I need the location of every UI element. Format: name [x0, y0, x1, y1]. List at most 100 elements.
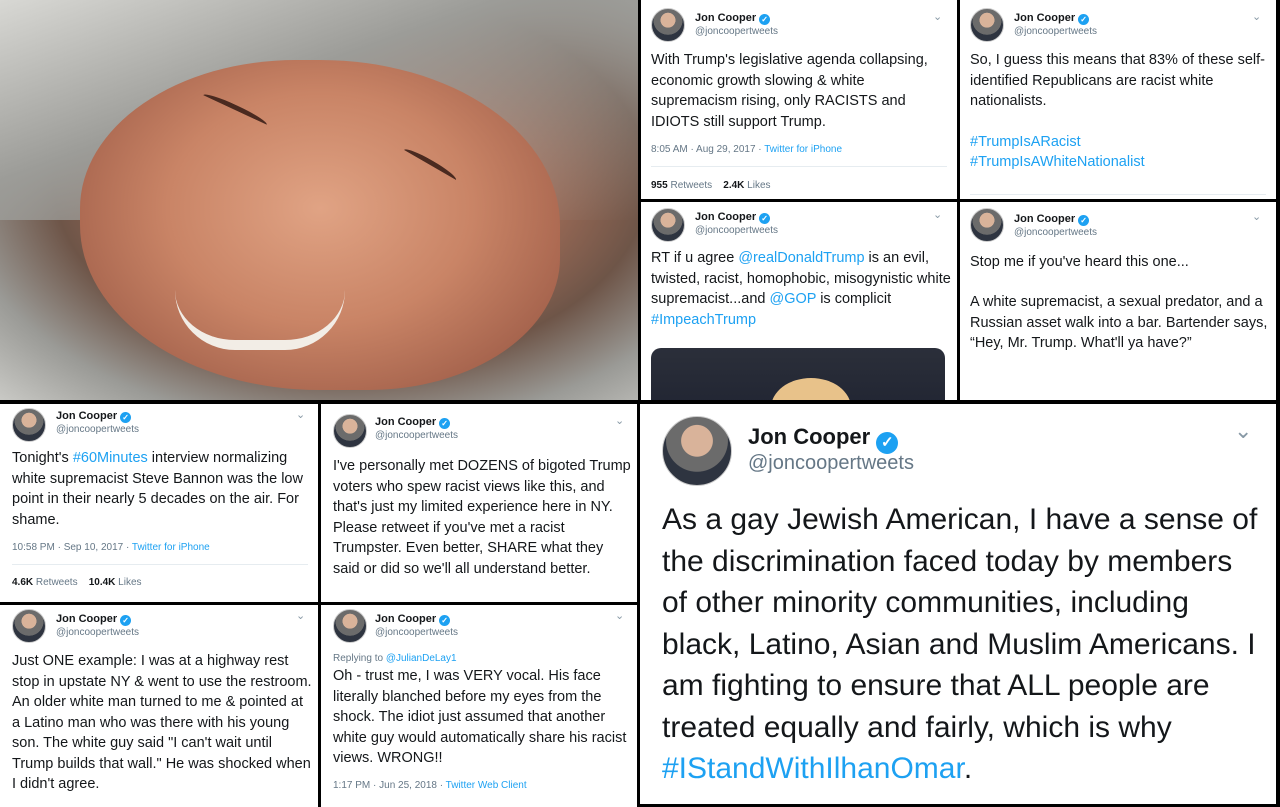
author-handle[interactable]: @joncoopertweets: [56, 627, 139, 638]
tweet-text: So, I guess this means that 83% of these…: [970, 52, 1265, 109]
tweet-client-link[interactable]: Twitter for iPhone: [132, 542, 210, 553]
author-handle[interactable]: @joncoopertweets: [375, 430, 458, 441]
verified-badge-icon: ✓: [439, 418, 451, 429]
tweet-text-part: RT if u agree: [651, 250, 739, 266]
tweet-text: Tonight's #60Minutes interview normalizi…: [12, 448, 312, 530]
replying-to: Replying to @JulianDeLay1: [333, 653, 457, 664]
retweet-count[interactable]: 4.6K: [12, 577, 33, 588]
like-count[interactable]: 2.4K: [723, 180, 744, 191]
chevron-down-icon[interactable]: ⌄: [615, 609, 624, 622]
like-count[interactable]: 10.4K: [89, 577, 116, 588]
retweet-label: Retweets: [667, 180, 713, 191]
verified-badge-icon: ✓: [759, 14, 771, 25]
tweet-card[interactable]: Jon Cooper ✓ @joncoopertweets ⌄ Just ONE …: [0, 605, 318, 807]
tweet-card[interactable]: Jon Cooper ✓ @joncoopertweets ⌄ So, I gue…: [960, 0, 1276, 199]
chevron-down-icon[interactable]: ⌄: [933, 208, 942, 221]
author-name-text: Jon Cooper: [1014, 12, 1076, 24]
like-label: Likes: [115, 577, 142, 588]
tweet-text-part: Tonight's: [12, 450, 73, 466]
author-name-text: Jon Cooper: [748, 424, 871, 449]
author-handle[interactable]: @joncoopertweets: [695, 26, 778, 37]
divider: [970, 194, 1266, 195]
author-name[interactable]: Jon Cooper ✓: [748, 424, 899, 454]
like-label: Likes: [744, 180, 771, 191]
chevron-down-icon[interactable]: ⌄: [615, 414, 624, 427]
media-figure: [771, 378, 851, 400]
hashtag-link[interactable]: #IStandWithIlhanOmar: [662, 752, 964, 785]
tweet-text: With Trump's legislative agenda collapsi…: [651, 52, 932, 130]
author-handle[interactable]: @joncoopertweets: [375, 627, 458, 638]
author-name-text: Jon Cooper: [375, 613, 437, 625]
avatar[interactable]: [12, 408, 46, 442]
author-name[interactable]: Jon Cooper ✓: [695, 211, 771, 224]
author-handle[interactable]: @joncoopertweets: [1014, 26, 1097, 37]
tweet-text: I've personally met DOZENS of bigoted Tr…: [333, 458, 635, 577]
avatar[interactable]: [12, 609, 46, 643]
divider: [651, 166, 947, 167]
tweet-client-link[interactable]: Twitter for iPhone: [764, 144, 842, 155]
author-name[interactable]: Jon Cooper ✓: [375, 613, 451, 626]
hashtag-link[interactable]: #TrumpIsARacist: [970, 132, 1081, 153]
tweet-text-part: .: [963, 752, 973, 785]
tweet-card[interactable]: Jon Cooper ✓ @joncoopertweets ⌄ Tonight's…: [0, 404, 318, 602]
avatar[interactable]: [662, 416, 732, 486]
tweet-card[interactable]: Jon Cooper ✓ @joncoopertweets ⌄ Replying …: [321, 605, 637, 807]
author-name[interactable]: Jon Cooper ✓: [695, 12, 771, 25]
tweet-text-part: As a gay Jewish American, I have a sense…: [662, 503, 1258, 744]
reply-mention-link[interactable]: @JulianDeLay1: [386, 653, 457, 664]
chevron-down-icon[interactable]: ⌄: [296, 408, 305, 421]
verified-badge-icon: ✓: [1078, 215, 1090, 226]
mention-link[interactable]: @GOP: [769, 291, 816, 307]
tweet-time: 10:58 PM · Sep 10, 2017 ·: [12, 542, 132, 553]
replying-label: Replying to: [333, 653, 386, 664]
author-name-text: Jon Cooper: [1014, 213, 1076, 225]
avatar[interactable]: [333, 414, 367, 448]
avatar[interactable]: [651, 8, 685, 42]
tweet-timestamp: 1:17 PM · Jun 25, 2018 · Twitter Web Cli…: [333, 780, 527, 791]
chevron-down-icon[interactable]: ⌄: [1252, 210, 1261, 223]
verified-badge-icon: ✓: [1078, 14, 1090, 25]
tweet-media-image[interactable]: [651, 348, 945, 400]
author-handle[interactable]: @joncoopertweets: [56, 424, 139, 435]
verified-badge-icon: ✓: [439, 615, 451, 626]
hashtag-link[interactable]: #TrumpIsAWhiteNationalist: [970, 152, 1145, 173]
tweet-card[interactable]: Jon Cooper ✓ @joncoopertweets ⌄ Stop me i…: [960, 202, 1276, 400]
tweet-card[interactable]: Jon Cooper ✓ @joncoopertweets ⌄ With Trum…: [641, 0, 957, 199]
avatar[interactable]: [333, 609, 367, 643]
author-name[interactable]: Jon Cooper ✓: [1014, 12, 1090, 25]
tweet-text-line: Stop me if you've heard this one...: [970, 254, 1189, 270]
author-name[interactable]: Jon Cooper ✓: [375, 416, 451, 429]
author-handle[interactable]: @joncoopertweets: [695, 225, 778, 236]
avatar[interactable]: [970, 8, 1004, 42]
tweet-text: As a gay Jewish American, I have a sense…: [662, 499, 1262, 790]
hashtag-link[interactable]: #60Minutes: [73, 450, 148, 466]
chevron-down-icon[interactable]: ⌄: [933, 10, 942, 23]
profile-photo: [0, 0, 638, 400]
mention-link[interactable]: @realDonaldTrump: [738, 250, 864, 266]
author-name[interactable]: Jon Cooper ✓: [1014, 213, 1090, 226]
author-handle[interactable]: @joncoopertweets: [1014, 227, 1097, 238]
verified-badge-icon: ✓: [120, 615, 132, 626]
author-name[interactable]: Jon Cooper ✓: [56, 410, 132, 423]
hashtag-link[interactable]: #ImpeachTrump: [651, 312, 756, 328]
chevron-down-icon[interactable]: ⌄: [296, 609, 305, 622]
tweet-text: A white supremacist, a sexual predator, …: [970, 294, 1272, 351]
tweet-card[interactable]: Jon Cooper ✓ @joncoopertweets ⌄ RT if u a…: [641, 202, 957, 400]
tweet-time: 1:17 PM · Jun 25, 2018 ·: [333, 780, 446, 791]
author-name-text: Jon Cooper: [56, 410, 118, 422]
author-handle[interactable]: @joncoopertweets: [748, 452, 914, 475]
tweet-text: Oh - trust me, I was VERY vocal. His fac…: [333, 668, 631, 766]
verified-badge-icon: ✓: [120, 412, 132, 423]
chevron-down-icon[interactable]: ⌄: [1234, 418, 1252, 444]
tweet-text-part: is complicit: [816, 291, 896, 307]
tweet-card-large[interactable]: Jon Cooper ✓ @joncoopertweets ⌄ As a gay …: [640, 404, 1276, 804]
tweet-card[interactable]: Jon Cooper ✓ @joncoopertweets ⌄ I've pers…: [321, 404, 637, 602]
tweet-client-link[interactable]: Twitter Web Client: [446, 780, 527, 791]
author-name[interactable]: Jon Cooper ✓: [56, 613, 132, 626]
avatar[interactable]: [970, 208, 1004, 242]
chevron-down-icon[interactable]: ⌄: [1252, 10, 1261, 23]
tweet-text: Just ONE example: I was at a highway res…: [12, 653, 315, 792]
retweet-count[interactable]: 955: [651, 180, 668, 191]
avatar[interactable]: [651, 208, 685, 242]
author-name-text: Jon Cooper: [375, 416, 437, 428]
